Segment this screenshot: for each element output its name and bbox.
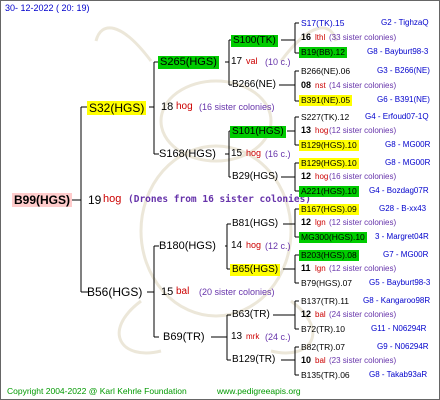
root-gen-word: hog bbox=[103, 193, 122, 205]
gen3-queen-7[interactable]: B129(TR) bbox=[232, 355, 275, 365]
gen2-word-0: val bbox=[246, 56, 258, 66]
gen2-word-3: mrk bbox=[246, 332, 260, 341]
gen2-queen-1[interactable]: S168(HGS) bbox=[159, 149, 216, 160]
gen4-note-0: (33 sister colonies) bbox=[329, 33, 397, 42]
gen4-bottom-0[interactable]: B19(BB).12 bbox=[299, 47, 347, 58]
timestamp: 30- 12-2022 ( 20: 19) bbox=[5, 3, 90, 13]
gen4-bottom-right-5: G5 - Bayburt98-3 bbox=[369, 278, 431, 287]
gen3-queen-6[interactable]: B63(TR) bbox=[232, 310, 270, 320]
gen2-note-0: (10 c.) bbox=[265, 57, 291, 67]
gen4-note-7: (23 sister colonies) bbox=[329, 356, 397, 365]
gen3-queen-5[interactable]: B65(HGS) bbox=[230, 264, 281, 276]
gen4-note-1: (14 sister colonies) bbox=[329, 81, 397, 90]
gen4-top-0[interactable]: S17(TK).15 bbox=[301, 19, 344, 28]
gen1-note-1: (20 sister colonies) bbox=[199, 287, 275, 297]
gen2-queen-0[interactable]: S265(HGS) bbox=[158, 56, 219, 69]
gen3-queen-0[interactable]: S100(TK) bbox=[231, 35, 278, 47]
gen4-word-5: lgn bbox=[315, 264, 326, 273]
gen4-top-1[interactable]: B266(NE).06 bbox=[301, 67, 350, 76]
gen2-note-2: (12 c.) bbox=[265, 241, 291, 251]
gen4-bottom-right-2: G8 - MG00R bbox=[385, 140, 431, 149]
gen2-num-3: 13 bbox=[231, 331, 243, 342]
gen4-num-1: 08 bbox=[301, 80, 312, 90]
gen4-top-5[interactable]: B203(HGS).08 bbox=[299, 250, 359, 261]
gen4-top-right-3: G8 - MG00R bbox=[385, 158, 431, 167]
gen3-queen-4[interactable]: B81(HGS) bbox=[232, 219, 278, 229]
gen4-note-5: (12 sister colonies) bbox=[329, 264, 397, 273]
pedigree-frame: 30- 12-2022 ( 20: 19) B99(HGS) 19 hog (D… bbox=[0, 0, 440, 400]
gen4-num-5: 11 bbox=[301, 263, 311, 273]
gen4-num-6: 12 bbox=[301, 309, 312, 319]
gen2-note-1: (16 c.) bbox=[265, 149, 291, 159]
gen2-note-3: (24 c.) bbox=[265, 332, 291, 342]
gen4-top-7[interactable]: B82(TR).07 bbox=[301, 343, 345, 352]
gen4-top-4[interactable]: B167(HGS).09 bbox=[299, 204, 359, 215]
gen1-num-0: 18 bbox=[161, 101, 174, 113]
gen1-num-1: 15 bbox=[161, 286, 174, 298]
gen4-word-4: lgn bbox=[315, 218, 326, 227]
gen4-top-3[interactable]: B129(HGS).10 bbox=[299, 158, 359, 169]
gen4-bottom-3[interactable]: A221(HGS).10 bbox=[299, 186, 359, 197]
gen4-top-right-1: G3 - B266(NE) bbox=[377, 66, 430, 75]
gen3-queen-2[interactable]: S101(HGS) bbox=[230, 126, 286, 138]
gen4-bottom-right-0: G8 - Bayburt98-3 bbox=[367, 47, 429, 56]
gen4-num-7: 10 bbox=[301, 355, 312, 365]
gen4-top-right-0: G2 - TighzaQ bbox=[381, 18, 429, 27]
gen4-word-1: nst bbox=[315, 81, 326, 90]
gen4-num-4: 12 bbox=[301, 217, 312, 227]
gen4-word-7: bal bbox=[315, 356, 326, 365]
gen4-bottom-right-1: G6 - B391(NE) bbox=[377, 95, 430, 104]
gen4-top-right-6: G8 - Kangaroo98R bbox=[363, 296, 431, 305]
gen1-queen-0[interactable]: S32(HGS) bbox=[87, 101, 147, 115]
gen1-queen-1[interactable]: B56(HGS) bbox=[87, 286, 142, 298]
gen2-num-2: 14 bbox=[231, 240, 243, 251]
gen4-num-3: 12 bbox=[301, 171, 312, 181]
gen4-word-6: bal bbox=[315, 310, 326, 319]
gen3-queen-3[interactable]: B29(HGS) bbox=[232, 172, 278, 182]
pedigree-chart: 30- 12-2022 ( 20: 19) B99(HGS) 19 hog (D… bbox=[1, 1, 439, 399]
gen2-num-1: 15 bbox=[231, 148, 243, 159]
gen4-word-2: hog bbox=[315, 126, 329, 135]
gen2-word-1: hog bbox=[246, 148, 262, 158]
gen2-queen-3[interactable]: B69(TR) bbox=[163, 332, 205, 343]
gen2-num-0: 17 bbox=[231, 56, 243, 67]
gen4-bottom-7[interactable]: B135(TR).06 bbox=[301, 371, 350, 380]
gen4-bottom-right-7: G8 - Takab93aR bbox=[369, 370, 428, 379]
gen4-note-6: (24 sister colonies) bbox=[329, 310, 397, 319]
gen4-num-2: 13 bbox=[301, 125, 312, 135]
gen4-top-2[interactable]: S227(TK).12 bbox=[301, 113, 349, 122]
gen4-bottom-right-6: G11 - N06294R bbox=[371, 324, 427, 333]
gen4-bottom-right-4: 3 - Margret04R bbox=[375, 232, 429, 241]
gen2-word-2: hog bbox=[246, 240, 262, 250]
root-drone-note: (Drones from 16 sister colonies) bbox=[128, 194, 312, 205]
gen4-note-4: (12 sister colonies) bbox=[329, 218, 397, 227]
gen4-note-3: (16 sister colonies) bbox=[329, 172, 397, 181]
gen4-num-0: 16 bbox=[301, 32, 312, 42]
gen4-word-0: lthl bbox=[315, 33, 326, 42]
gen4-bottom-1[interactable]: B391(NE).05 bbox=[299, 95, 353, 106]
gen4-bottom-6[interactable]: B72(TR).10 bbox=[301, 325, 345, 334]
gen4-top-right-4: G28 - B-xx43 bbox=[379, 204, 427, 213]
gen3-queen-1[interactable]: B266(NE) bbox=[232, 80, 276, 90]
gen4-top-6[interactable]: B137(TR).11 bbox=[301, 297, 349, 306]
footer-copyright: Copyright 2004-2022 @ Karl Kehrle Founda… bbox=[7, 386, 187, 396]
gen4-bottom-2[interactable]: B129(HGS).10 bbox=[299, 140, 359, 151]
gen4-bottom-4[interactable]: MG300(HGS).10 bbox=[299, 232, 367, 243]
root-queen[interactable]: B99(HGS) bbox=[12, 193, 73, 207]
gen4-top-right-2: G4 - Erfoud07-1Q bbox=[365, 112, 429, 121]
gen4-bottom-right-3: G4 - Bozdag07R bbox=[369, 186, 429, 195]
gen4-word-3: hog bbox=[315, 172, 329, 181]
gen4-note-2: (12 sister colonies) bbox=[329, 126, 397, 135]
gen2-queen-2[interactable]: B180(HGS) bbox=[159, 241, 216, 252]
root-gen-number: 19 bbox=[88, 193, 102, 207]
gen1-note-0: (16 sister colonies) bbox=[199, 102, 275, 112]
gen1-word-0: hog bbox=[176, 101, 193, 112]
gen4-top-right-5: G7 - MG00R bbox=[383, 250, 429, 259]
gen4-top-right-7: G9 - N06294R bbox=[377, 342, 429, 351]
footer-site-link[interactable]: www.pedigreeapis.org bbox=[217, 387, 301, 396]
gen1-word-1: bal bbox=[176, 286, 190, 297]
gen4-bottom-5[interactable]: B79(HGS).07 bbox=[301, 279, 352, 288]
